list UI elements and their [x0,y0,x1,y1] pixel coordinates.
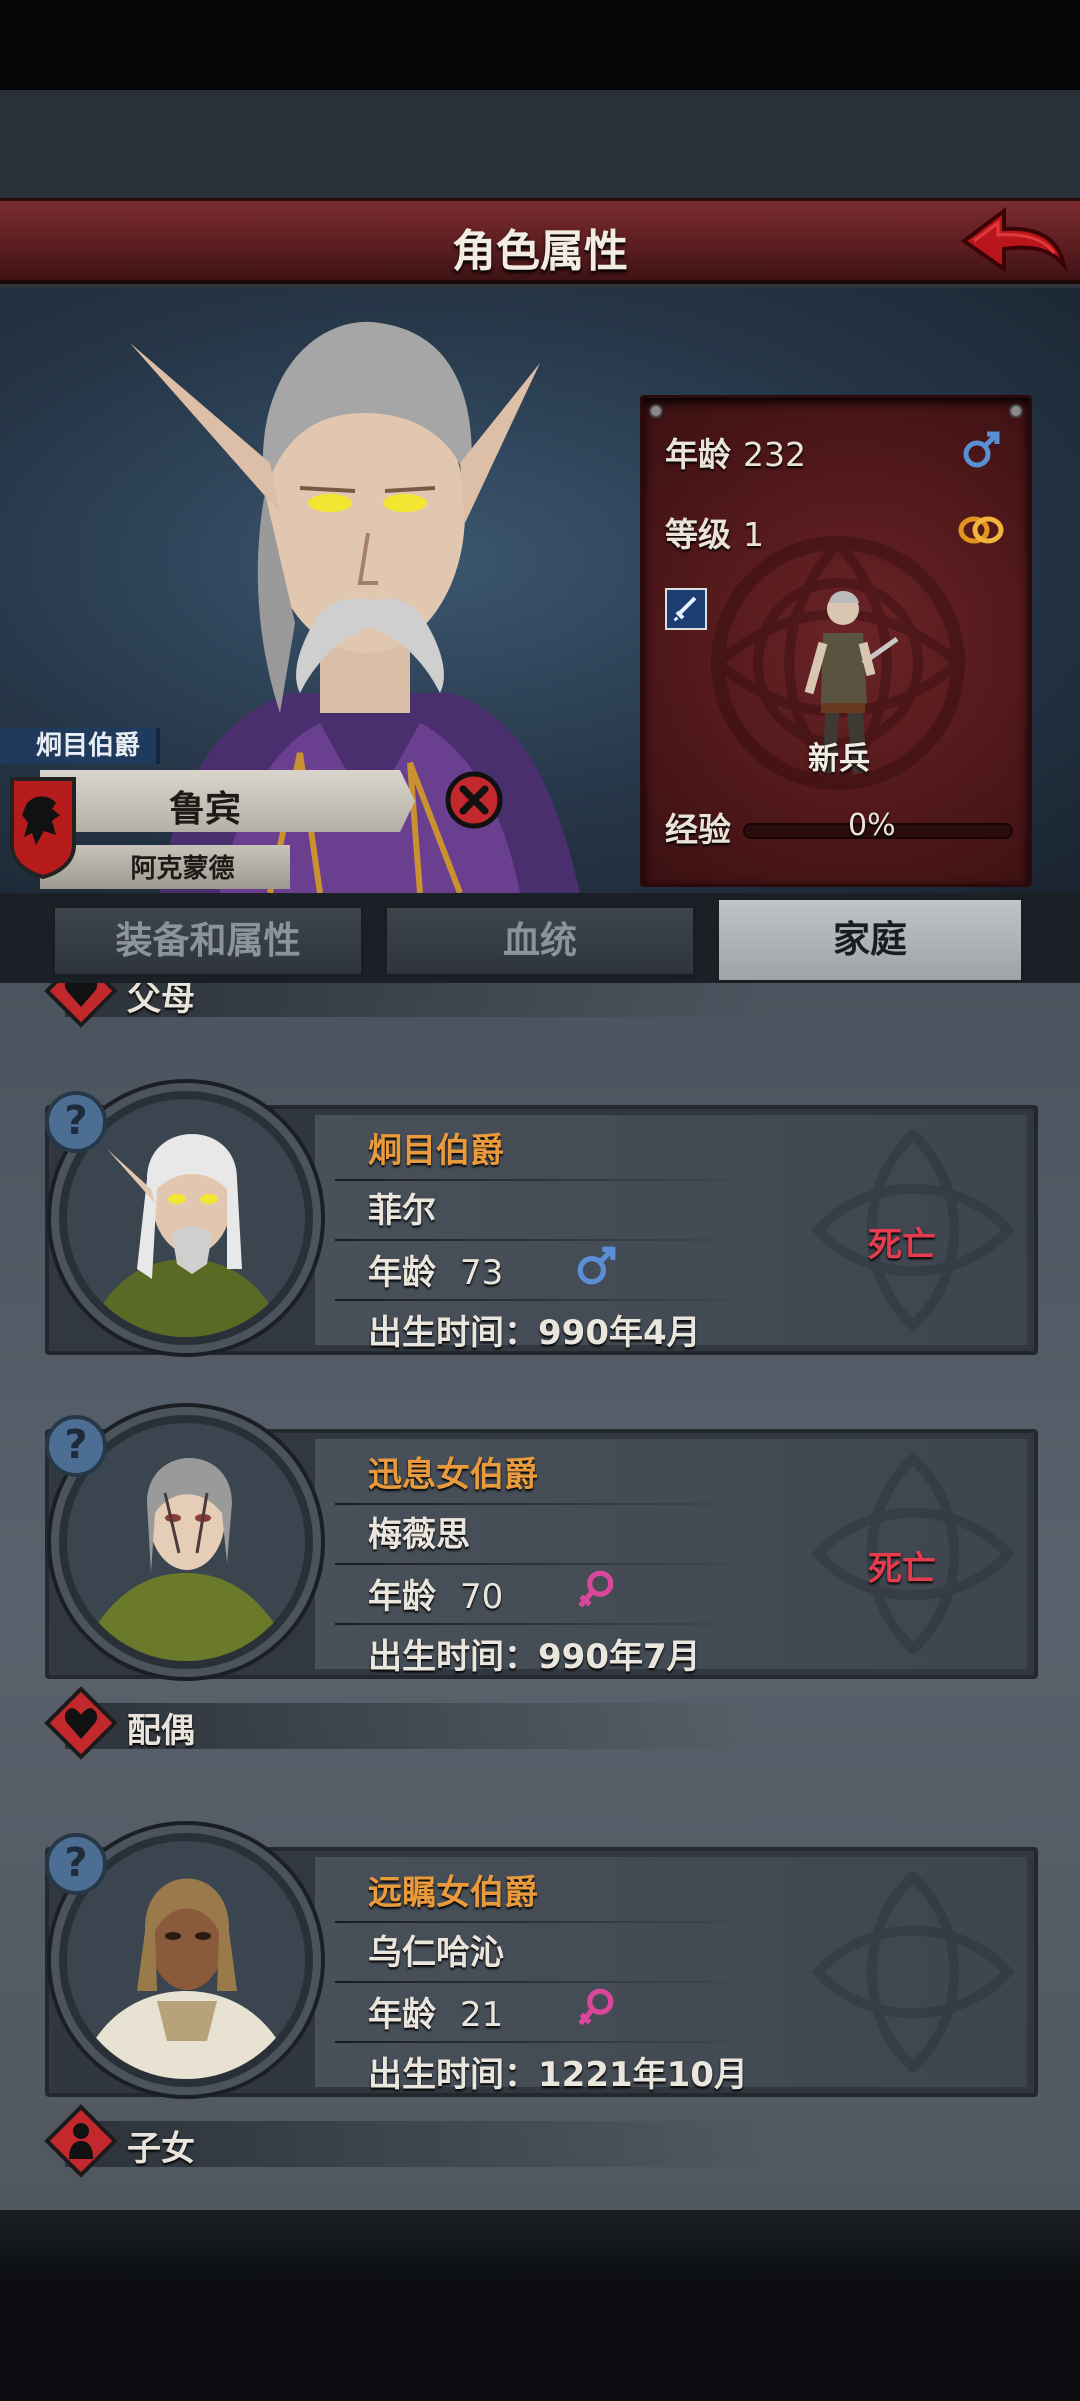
title-banner: 角色属性 [0,198,1080,284]
age-label: 年龄 [665,435,731,474]
member-age: 年龄 73 [368,1245,503,1294]
age-value: 21 [460,1995,504,2035]
age-value: 70 [460,1577,504,1617]
help-icon[interactable]: ? [45,1415,107,1477]
tab-bloodline[interactable]: 血统 [384,905,696,977]
lion-crest-icon [10,777,76,880]
help-icon[interactable]: ? [45,1833,107,1895]
female-icon [578,1570,614,1608]
character-house: 阿克蒙德 [130,854,235,884]
age-label: 年龄 [368,1253,436,1293]
male-icon [577,1246,616,1285]
character-name: 鲁宾 [168,789,241,830]
member-title: 远瞩女伯爵 [368,1873,538,1913]
divider [335,2041,755,2043]
page-title: 角色属性 [452,226,628,277]
age-value: 73 [460,1253,504,1293]
member-birth: 出生时间：990年7月 [368,1637,701,1677]
member-birth: 出生时间：990年4月 [368,1313,701,1353]
family-card-mother[interactable]: ? 迅息女伯爵 梅薇思 年龄 70 出生时间：990年7月 死亡 [45,1407,1038,1679]
exp-label: 经验 [665,810,731,849]
member-birth: 出生时间：1221年10月 [368,2055,748,2095]
sword-class-icon[interactable] [665,588,707,630]
section-label: 父母 [127,983,195,1019]
level-label: 等级 [665,515,731,554]
level-value: 1 [743,515,764,554]
deceased-status: 死亡 [868,1225,936,1265]
section-label: 配偶 [127,1711,195,1751]
member-name: 乌仁哈沁 [368,1933,504,1973]
member-name: 菲尔 [368,1191,436,1231]
family-card-father[interactable]: ? 炯目伯爵 菲尔 年龄 73 出生时间：990年4月 死亡 [45,1083,1038,1355]
exp-value: 0% [848,808,896,843]
tab-bar: 装备和属性 血统 家庭 [0,893,1080,983]
divider [335,1563,755,1565]
tab-family[interactable]: 家庭 [716,897,1024,983]
age-label: 年龄 [368,1995,436,2035]
heart-icon [64,983,98,1007]
age-value: 232 [743,435,806,474]
female-icon [578,1988,614,2026]
divider [335,1623,755,1625]
level-stat: 等级 1 [665,508,764,556]
divider [335,1503,755,1505]
back-arrow-icon[interactable] [958,203,1070,283]
rank-name: 新兵 [808,741,870,777]
rivet [1009,404,1023,418]
character-title-tag: 炯目伯爵 [0,728,160,764]
help-icon[interactable]: ? [45,1091,107,1153]
divider [335,1239,755,1241]
child-icon [69,2123,93,2159]
divider [335,1179,755,1181]
divider [335,1299,755,1301]
family-list[interactable]: 父母 ? 炯目伯爵 菲尔 年龄 73 出生时间：990年4月 死亡 ? 迅息女伯… [0,983,1080,2210]
member-age: 年龄 70 [368,1569,503,1618]
navigation-bar [0,2210,1080,2401]
heart-icon [64,1708,98,1739]
section-children: 子女 [44,2104,1045,2178]
celtic-knot-icon [811,1870,1015,2074]
deceased-status: 死亡 [868,1549,936,1589]
age-label: 年龄 [368,1577,436,1617]
member-name: 梅薇思 [368,1515,470,1555]
member-title: 迅息女伯爵 [368,1455,538,1495]
married-rings-icon [958,516,1004,544]
family-card-spouse[interactable]: ? 远瞩女伯爵 乌仁哈沁 年龄 21 出生时间：1221年10月 [45,1825,1038,2097]
tab-equipment-attributes[interactable]: 装备和属性 [52,905,364,977]
section-spouse: 配偶 [44,1686,1045,1760]
member-title: 炯目伯爵 [368,1131,504,1171]
stats-panel: 年龄 232 等级 1 新兵 经验 0% [640,395,1032,887]
divider [335,1921,755,1923]
divider [335,1981,755,1983]
rivet [649,404,663,418]
member-age: 年龄 21 [368,1987,503,2036]
male-icon [963,431,1000,468]
age-stat: 年龄 232 [665,428,806,476]
section-parents: 父母 [44,983,1045,1028]
close-icon[interactable] [445,771,503,829]
status-bar [0,0,1080,90]
section-label: 子女 [127,2129,195,2169]
